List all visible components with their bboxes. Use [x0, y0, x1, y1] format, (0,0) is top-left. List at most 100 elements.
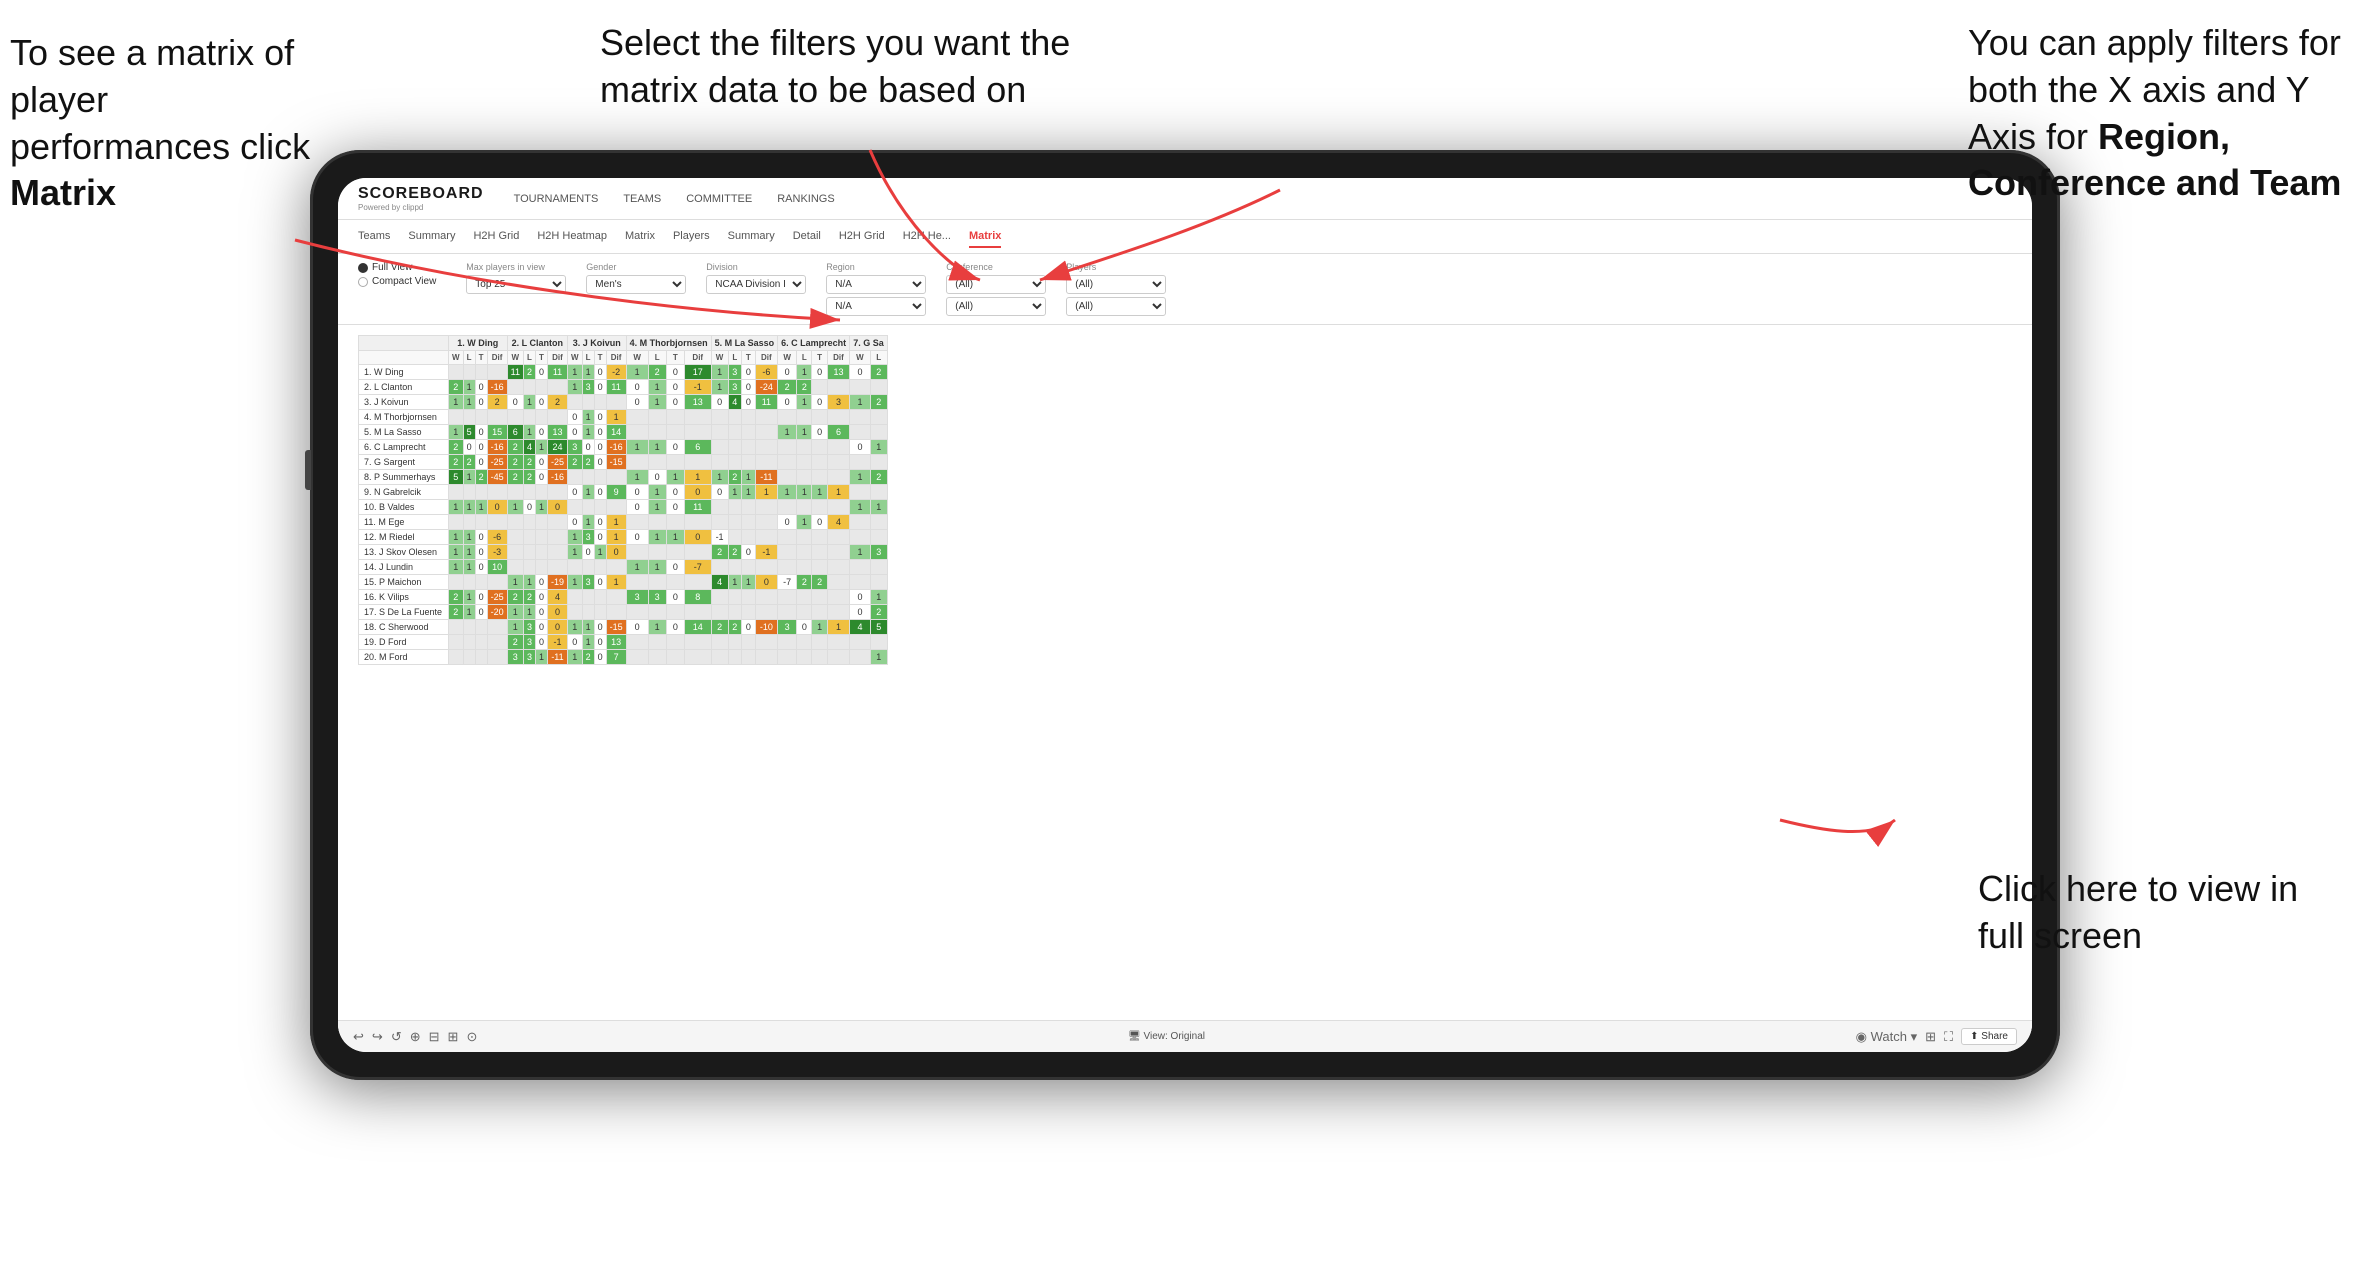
- matrix-cell: [666, 455, 684, 470]
- players-label: Players: [1066, 262, 1166, 272]
- row-header: 1. W Ding: [359, 365, 449, 380]
- matrix-cell: 1: [626, 470, 648, 485]
- full-view-radio[interactable]: [358, 263, 368, 273]
- full-view-option[interactable]: Full View: [358, 262, 436, 273]
- filter-conference: Conference (All) (All): [946, 262, 1046, 316]
- nav-teams[interactable]: TEAMS: [623, 189, 661, 209]
- grid-icon[interactable]: ⊞: [1925, 1029, 1936, 1045]
- matrix-cell: 1: [568, 530, 583, 545]
- table-row: 19. D Ford230-101013: [359, 635, 888, 650]
- table-row: 4. M Thorbjornsen0101: [359, 410, 888, 425]
- tab-summary[interactable]: Summary: [408, 226, 455, 248]
- table-row: 3. J Koivun110201020101304011010312: [359, 395, 888, 410]
- sub-w2: W: [507, 351, 523, 365]
- matrix-cell: 1: [711, 380, 728, 395]
- share-button[interactable]: ⬆ Share: [1961, 1028, 2017, 1045]
- matrix-cell: 1: [626, 440, 648, 455]
- tab-h2h-heatmap[interactable]: H2H Heatmap: [537, 226, 607, 248]
- matrix-cell: [449, 575, 464, 590]
- nav-tournaments[interactable]: TOURNAMENTS: [514, 189, 599, 209]
- row-header: 9. N Gabrelcik: [359, 485, 449, 500]
- matrix-cell: [711, 635, 728, 650]
- redo-icon[interactable]: ↪: [372, 1029, 383, 1045]
- matrix-cell: [626, 635, 648, 650]
- matrix-cell: [507, 515, 523, 530]
- conference-select1[interactable]: (All): [946, 275, 1046, 294]
- matrix-cell: [547, 545, 567, 560]
- col-w-ding: 1. W Ding: [449, 336, 508, 351]
- matrix-cell: 2: [728, 545, 742, 560]
- compact-view-radio[interactable]: [358, 277, 368, 287]
- row-header: 13. J Skov Olesen: [359, 545, 449, 560]
- sub-w5: W: [711, 351, 728, 365]
- matrix-cell: 3: [728, 365, 742, 380]
- conference-select2[interactable]: (All): [946, 297, 1046, 316]
- matrix-cell: [684, 650, 711, 665]
- sub-l7: L: [870, 351, 887, 365]
- division-select[interactable]: NCAA Division I: [706, 275, 806, 294]
- row-header: 5. M La Sasso: [359, 425, 449, 440]
- tab-players[interactable]: Players: [673, 226, 710, 248]
- matrix-cell: [463, 650, 475, 665]
- fullscreen-icon[interactable]: ⛶: [1944, 1029, 1953, 1045]
- matrix-cell: [487, 365, 507, 380]
- players-select2[interactable]: (All): [1066, 297, 1166, 316]
- matrix-cell: [711, 515, 728, 530]
- row-header: 16. K Vilips: [359, 590, 449, 605]
- matrix-cell: 1: [797, 425, 812, 440]
- cursor-icon[interactable]: ⊕: [410, 1029, 421, 1045]
- tab-summary2[interactable]: Summary: [728, 226, 775, 248]
- matrix-cell: 0: [666, 365, 684, 380]
- matrix-cell: [755, 530, 778, 545]
- tab-teams[interactable]: Teams: [358, 226, 390, 248]
- nav-committee[interactable]: COMMITTEE: [686, 189, 752, 209]
- zoom-in-icon[interactable]: ⊞: [448, 1029, 459, 1045]
- zoom-out-icon[interactable]: ⊟: [429, 1029, 440, 1045]
- matrix-cell: -10: [755, 620, 778, 635]
- table-row: 12. M Riedel110-613010110-1: [359, 530, 888, 545]
- matrix-cell: [797, 635, 812, 650]
- matrix-cell: [594, 500, 606, 515]
- tab-matrix[interactable]: Matrix: [625, 226, 655, 248]
- watch-icon[interactable]: ◉ Watch ▾: [1856, 1029, 1917, 1045]
- tab-matrix-active[interactable]: Matrix: [969, 226, 1001, 248]
- matrix-cell: 2: [582, 455, 594, 470]
- settings-icon[interactable]: ⊙: [466, 1029, 477, 1045]
- sub-l6: L: [797, 351, 812, 365]
- matrix-cell: 2: [870, 605, 887, 620]
- matrix-cell: 2: [797, 575, 812, 590]
- matrix-cell: 1: [648, 530, 666, 545]
- max-players-select[interactable]: Top 25: [466, 275, 566, 294]
- tab-h2h-grid[interactable]: H2H Grid: [473, 226, 519, 248]
- tab-h2h-grid2[interactable]: H2H Grid: [839, 226, 885, 248]
- matrix-cell: 1: [666, 530, 684, 545]
- matrix-cell: 1: [648, 485, 666, 500]
- region-select2[interactable]: N/A: [826, 297, 926, 316]
- matrix-cell: 1: [582, 485, 594, 500]
- table-row: 7. G Sargent220-25220-25220-15: [359, 455, 888, 470]
- tab-detail[interactable]: Detail: [793, 226, 821, 248]
- matrix-cell: [582, 605, 594, 620]
- matrix-cell: [507, 530, 523, 545]
- gender-select[interactable]: Men's: [586, 275, 686, 294]
- refresh-icon[interactable]: ↺: [391, 1029, 402, 1045]
- nav-rankings[interactable]: RANKINGS: [777, 189, 834, 209]
- matrix-cell: 2: [487, 395, 507, 410]
- matrix-cell: [850, 380, 871, 395]
- matrix-cell: [711, 605, 728, 620]
- undo-icon[interactable]: ↩: [353, 1029, 364, 1045]
- matrix-cell: 1: [463, 590, 475, 605]
- matrix-cell: [684, 575, 711, 590]
- matrix-cell: 0: [606, 545, 626, 560]
- compact-view-option[interactable]: Compact View: [358, 276, 436, 287]
- matrix-cell: [535, 530, 547, 545]
- matrix-cell: [711, 500, 728, 515]
- region-select[interactable]: N/A: [826, 275, 926, 294]
- players-select1[interactable]: (All): [1066, 275, 1166, 294]
- tab-h2h-he[interactable]: H2H He...: [903, 226, 951, 248]
- matrix-cell: 0: [742, 395, 756, 410]
- matrix-cell: 2: [728, 470, 742, 485]
- matrix-cell: -25: [487, 590, 507, 605]
- matrix-cell: -20: [487, 605, 507, 620]
- matrix-cell: [797, 605, 812, 620]
